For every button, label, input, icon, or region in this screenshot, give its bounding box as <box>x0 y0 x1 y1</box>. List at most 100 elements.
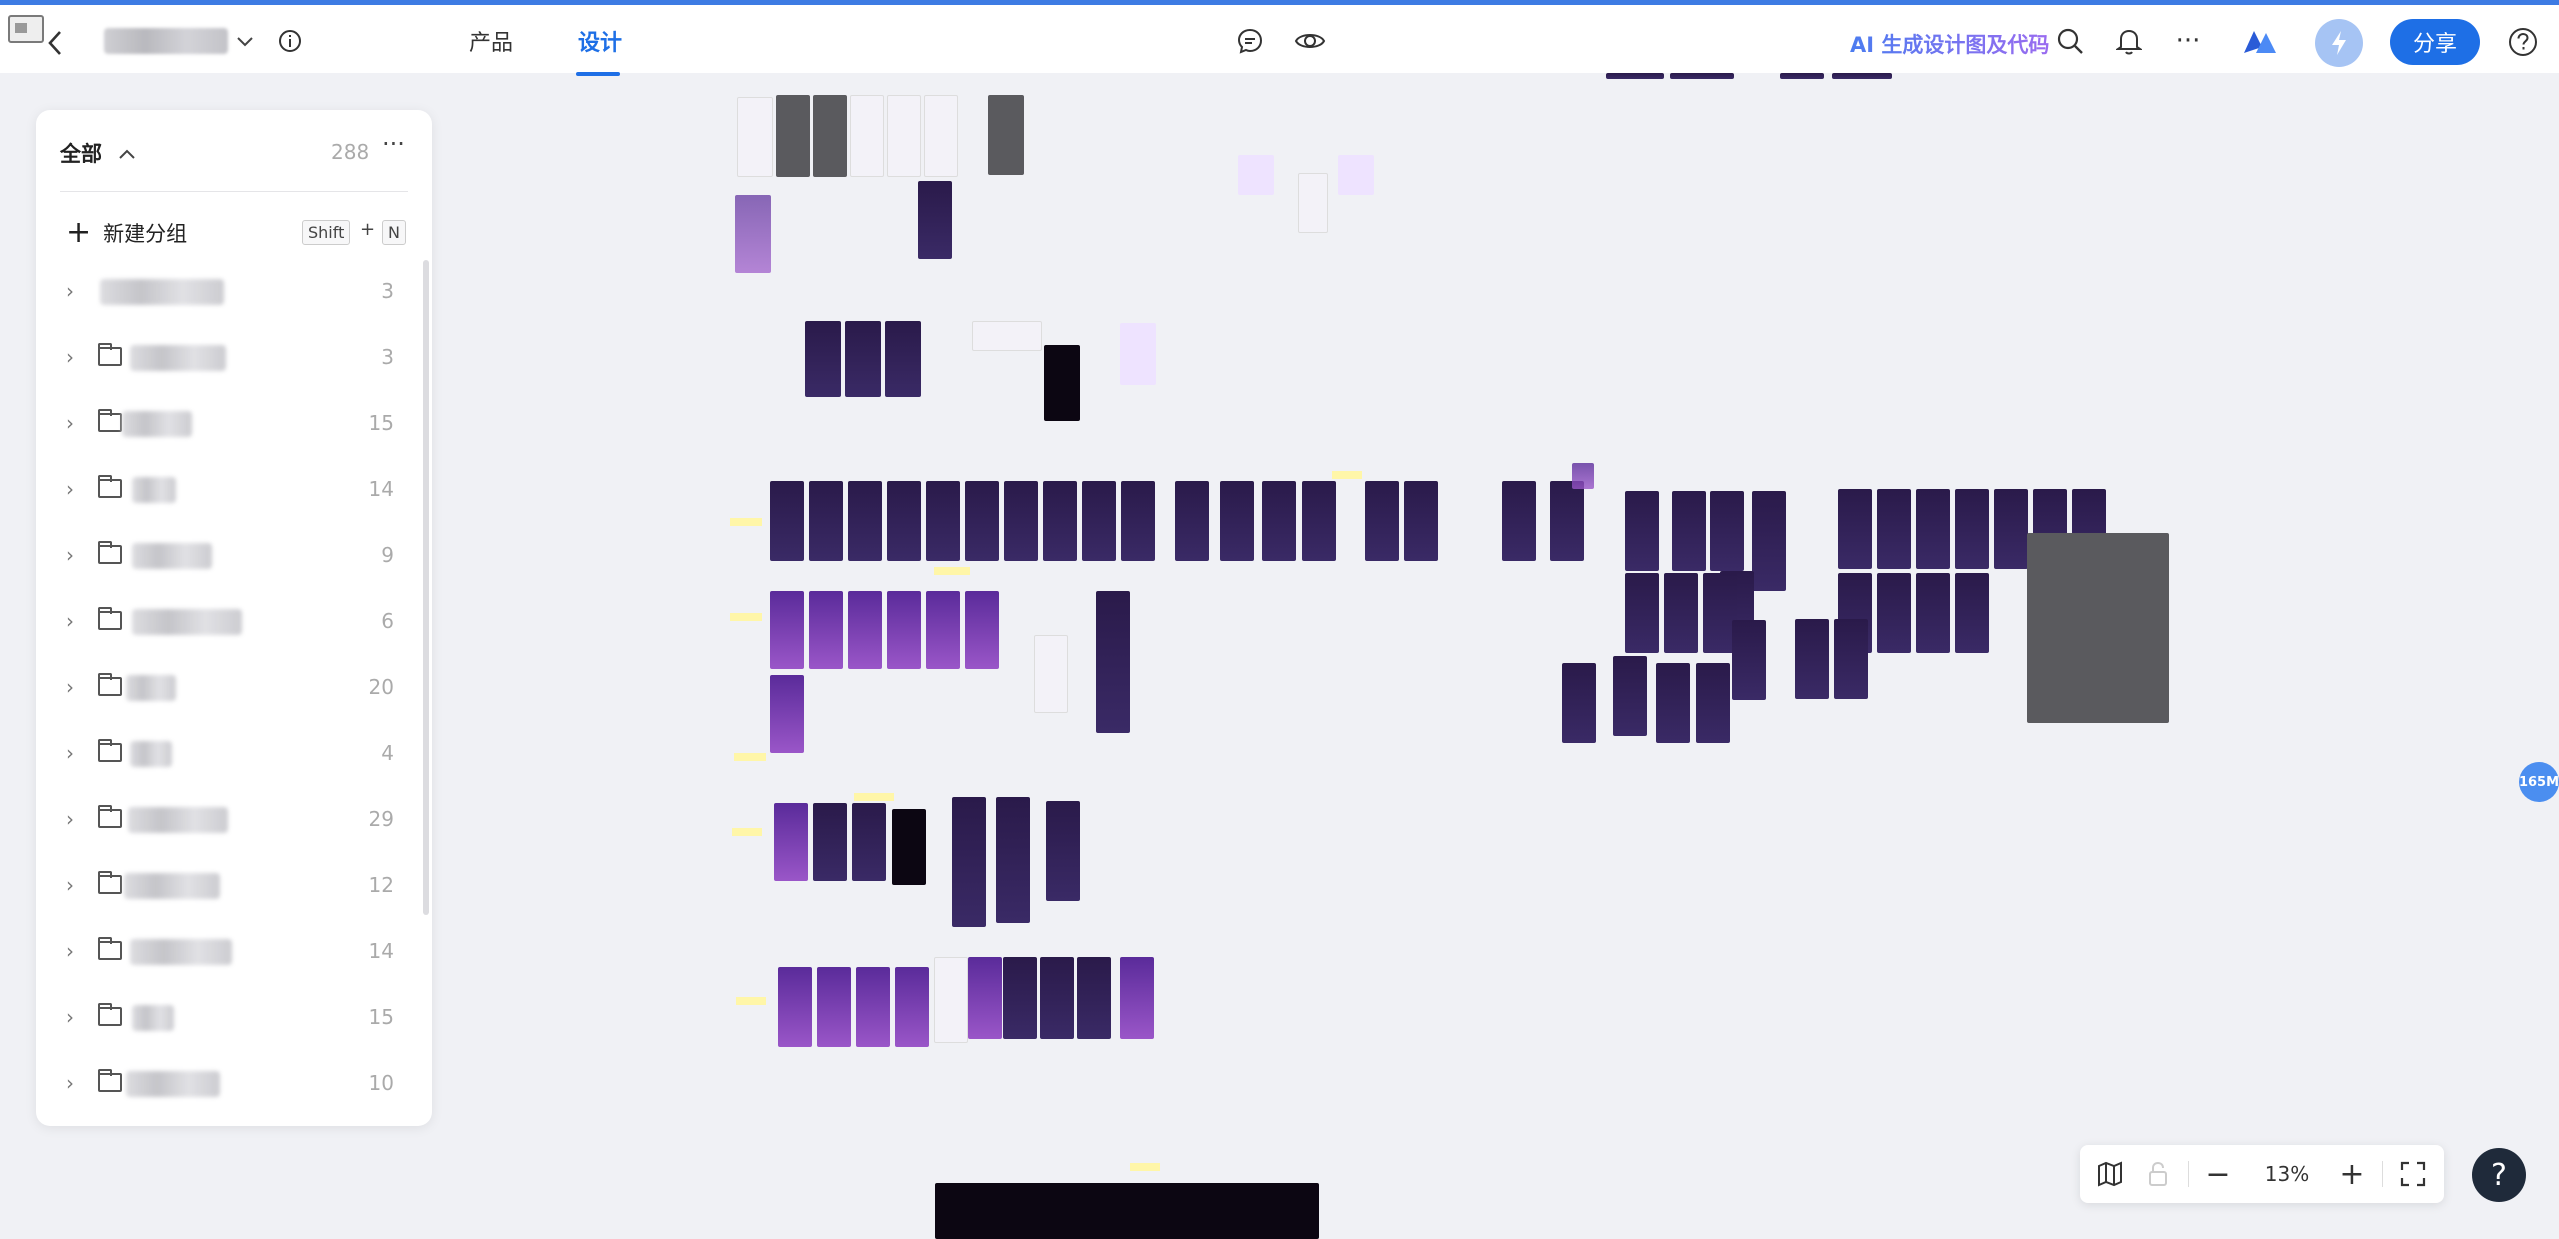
fullscreen-icon[interactable] <box>2390 1145 2436 1203</box>
eye-icon[interactable] <box>1293 25 1327 57</box>
design-frame[interactable] <box>926 591 960 669</box>
design-frame[interactable] <box>1664 573 1698 653</box>
design-frame[interactable] <box>1034 635 1068 713</box>
group-item[interactable]: › 14 <box>36 921 432 987</box>
chevron-right-icon[interactable]: › <box>66 345 74 369</box>
design-frame[interactable] <box>813 95 847 177</box>
design-frame[interactable] <box>1710 491 1744 571</box>
design-frame[interactable] <box>848 591 882 669</box>
design-frame[interactable] <box>770 591 804 669</box>
design-frame[interactable] <box>1302 481 1336 561</box>
design-frame[interactable] <box>1838 489 1872 569</box>
design-frame[interactable] <box>1040 957 1074 1039</box>
design-frame[interactable] <box>1046 801 1080 901</box>
design-frame[interactable] <box>776 95 810 177</box>
design-frame[interactable] <box>770 675 804 753</box>
design-frame[interactable] <box>770 481 804 561</box>
design-frame[interactable] <box>809 481 843 561</box>
design-frame[interactable] <box>1994 489 2028 569</box>
group-item[interactable]: › 15 <box>36 393 432 459</box>
design-frame[interactable] <box>972 321 1042 351</box>
file-name[interactable] <box>104 28 228 54</box>
zoom-in-button[interactable]: + <box>2330 1145 2374 1203</box>
design-frame[interactable] <box>817 967 851 1047</box>
design-frame[interactable] <box>1044 345 1080 421</box>
design-frame[interactable] <box>952 797 986 927</box>
chevron-right-icon[interactable]: › <box>66 279 74 303</box>
design-frame[interactable] <box>968 957 1002 1039</box>
design-frame[interactable] <box>1077 957 1111 1039</box>
design-frame[interactable] <box>2027 533 2169 723</box>
design-frame[interactable] <box>1572 463 1594 489</box>
design-frame[interactable] <box>1625 573 1659 653</box>
design-frame[interactable] <box>1298 173 1328 233</box>
design-frame[interactable] <box>1120 957 1154 1039</box>
design-frame[interactable] <box>1670 73 1734 79</box>
help-icon[interactable] <box>2506 25 2540 59</box>
chevron-right-icon[interactable]: › <box>66 1071 74 1095</box>
zoom-out-button[interactable]: − <box>2196 1145 2240 1203</box>
design-frame[interactable] <box>1262 481 1296 561</box>
design-frame[interactable] <box>1955 573 1989 653</box>
design-frame[interactable] <box>1696 663 1730 743</box>
design-frame[interactable] <box>1120 323 1156 385</box>
design-frame[interactable] <box>1732 620 1766 700</box>
design-frame[interactable] <box>813 803 847 881</box>
design-frame[interactable] <box>924 95 958 177</box>
design-frame[interactable] <box>852 803 886 881</box>
design-frame[interactable] <box>1752 491 1786 591</box>
design-frame[interactable] <box>1121 481 1155 561</box>
design-frame[interactable] <box>1043 481 1077 561</box>
design-frame[interactable] <box>1916 573 1950 653</box>
design-frame[interactable] <box>1003 957 1037 1039</box>
design-frame[interactable] <box>805 321 841 397</box>
floating-help-button[interactable]: ? <box>2472 1148 2526 1202</box>
chevron-right-icon[interactable]: › <box>66 741 74 765</box>
share-button[interactable]: 分享 <box>2390 19 2480 65</box>
design-frame[interactable] <box>892 809 926 885</box>
group-item[interactable]: › 9 <box>36 525 432 591</box>
design-frame[interactable] <box>1004 481 1038 561</box>
sticky-note[interactable] <box>1130 1163 1160 1171</box>
bolt-button[interactable] <box>2315 19 2363 67</box>
design-frame[interactable] <box>1832 73 1892 79</box>
design-frame[interactable] <box>887 481 921 561</box>
design-frame[interactable] <box>778 967 812 1047</box>
design-frame[interactable] <box>1238 155 1274 195</box>
design-frame[interactable] <box>934 957 968 1043</box>
design-frame[interactable] <box>1562 663 1596 743</box>
group-item[interactable]: › 12 <box>36 855 432 921</box>
design-frame[interactable] <box>965 481 999 561</box>
chevron-right-icon[interactable]: › <box>66 939 74 963</box>
comment-icon[interactable] <box>1234 25 1266 57</box>
design-frame[interactable] <box>1625 491 1659 571</box>
design-frame[interactable] <box>1404 481 1438 561</box>
ai-generate-link[interactable]: AI 生成设计图及代码 <box>1850 29 2049 59</box>
design-frame[interactable] <box>988 95 1024 175</box>
chevron-right-icon[interactable]: › <box>66 411 74 435</box>
design-frame[interactable] <box>1795 619 1829 699</box>
sidebar-title[interactable]: 全部 <box>60 138 136 168</box>
design-frame[interactable] <box>1096 591 1130 733</box>
design-frame[interactable] <box>1672 491 1706 571</box>
logo-icon[interactable] <box>2240 25 2280 59</box>
chevron-down-icon[interactable] <box>234 31 256 53</box>
design-frame[interactable] <box>774 803 808 881</box>
sticky-note[interactable] <box>730 613 762 621</box>
design-frame[interactable] <box>1656 663 1690 743</box>
design-frame[interactable] <box>918 181 952 259</box>
sticky-note[interactable] <box>730 518 762 526</box>
chevron-right-icon[interactable]: › <box>66 675 74 699</box>
design-frame[interactable] <box>1955 489 1989 569</box>
design-frame[interactable] <box>809 591 843 669</box>
design-frame[interactable] <box>887 95 921 177</box>
chevron-right-icon[interactable]: › <box>66 609 74 633</box>
sticky-note[interactable] <box>934 567 970 575</box>
design-frame[interactable] <box>1365 481 1399 561</box>
design-frame[interactable] <box>850 95 884 177</box>
zoom-level[interactable]: 13% <box>2244 1145 2330 1203</box>
design-frame[interactable] <box>895 967 929 1047</box>
tab-product[interactable]: 产品 <box>469 25 513 65</box>
info-icon[interactable] <box>276 27 304 55</box>
design-frame[interactable] <box>887 591 921 669</box>
